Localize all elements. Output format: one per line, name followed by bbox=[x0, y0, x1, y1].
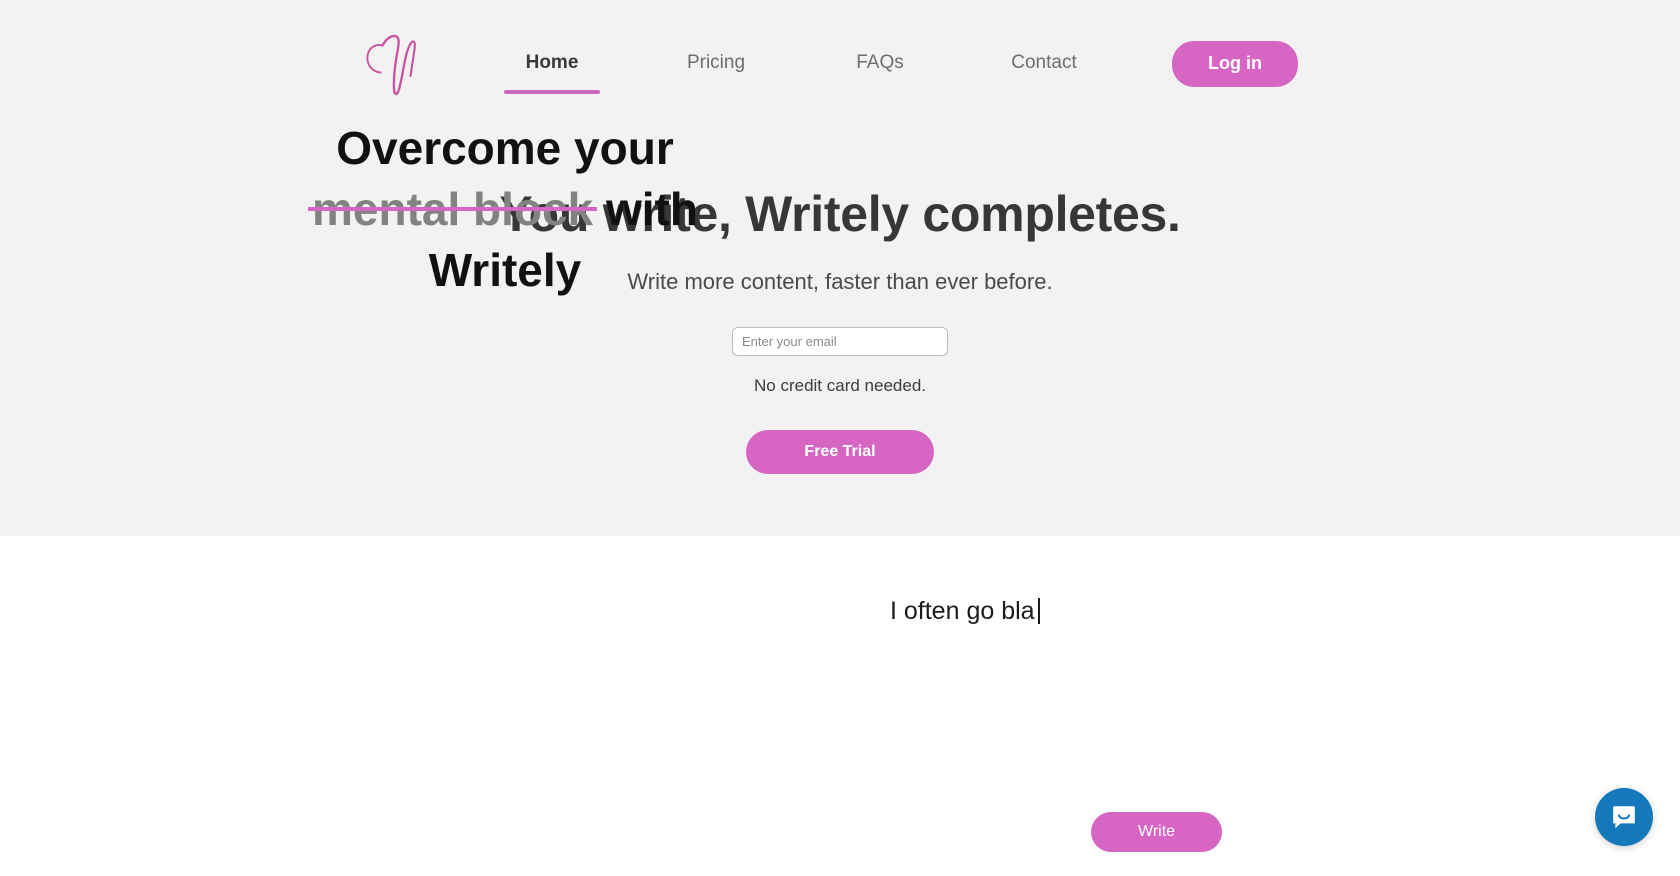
nav-item-home[interactable]: Home bbox=[502, 42, 602, 94]
heading-line1: Overcome your bbox=[336, 122, 674, 174]
typed-demo-text: I often go bla bbox=[890, 597, 1040, 626]
nav-item-pricing[interactable]: Pricing bbox=[666, 42, 766, 86]
mental-block-heading: Overcome your mental block with Writely bbox=[210, 118, 800, 302]
heading-brand: Writely bbox=[428, 244, 582, 297]
features-section bbox=[0, 536, 1680, 876]
nav-item-faqs[interactable]: FAQs bbox=[830, 42, 930, 86]
navbar: Home Pricing FAQs Contact Log in bbox=[0, 0, 1680, 128]
typed-demo-value: I often go bla bbox=[890, 597, 1035, 625]
free-trial-button[interactable]: Free Trial bbox=[746, 429, 934, 474]
navbar-inner: Home Pricing FAQs Contact Log in bbox=[362, 29, 1298, 99]
heading-with: with bbox=[606, 183, 698, 236]
free-trial-cta: Free Trial bbox=[0, 429, 1680, 474]
writely-logo-icon[interactable] bbox=[362, 29, 434, 99]
no-credit-card-note: No credit card needed. bbox=[754, 375, 926, 395]
chat-bubble-smile-icon[interactable] bbox=[1595, 788, 1653, 846]
login-button[interactable]: Log in bbox=[1172, 41, 1298, 87]
nav-links: Home Pricing FAQs Contact bbox=[470, 42, 1126, 94]
heading-strikethrough-text: mental block bbox=[312, 183, 594, 236]
nav-item-contact[interactable]: Contact bbox=[994, 42, 1094, 86]
email-input[interactable] bbox=[732, 326, 948, 356]
write-button[interactable]: Write bbox=[1091, 812, 1223, 852]
write-cta: Write bbox=[1091, 812, 1223, 852]
text-caret bbox=[1037, 598, 1040, 624]
email-form bbox=[0, 326, 1680, 356]
page-root: Home Pricing FAQs Contact Log in You wri… bbox=[0, 0, 1680, 876]
